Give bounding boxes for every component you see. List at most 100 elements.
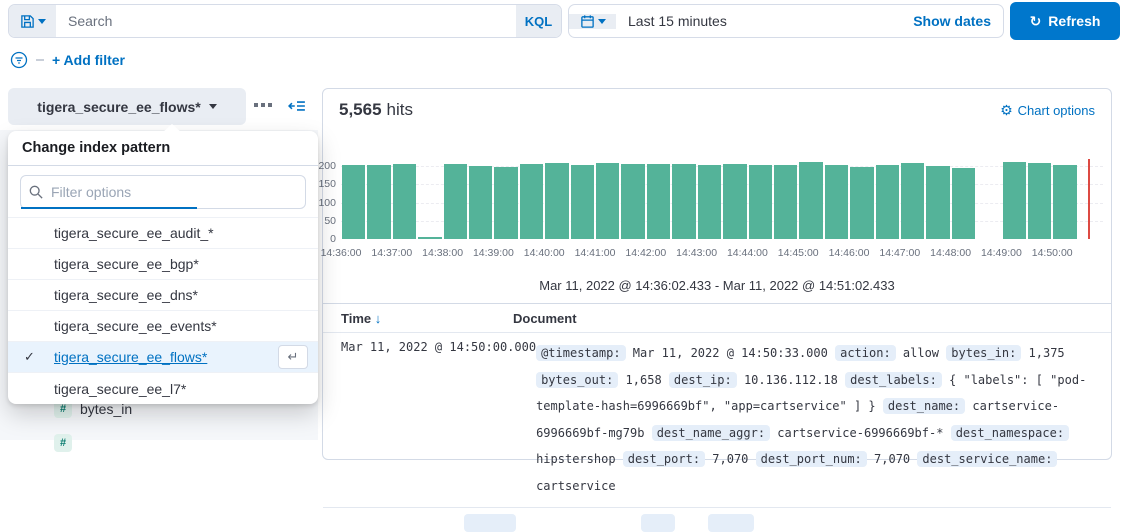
- index-pattern-option[interactable]: tigera_secure_ee_l7*: [8, 373, 318, 404]
- hits-header: 5,565 hits ⚙ Chart options: [323, 89, 1111, 124]
- refresh-button[interactable]: ↻ Refresh: [1010, 2, 1120, 40]
- histogram-bar[interactable]: [952, 168, 975, 239]
- field-name-badge: dest_namespace:: [951, 425, 1069, 441]
- popover-title: Change index pattern: [8, 131, 318, 166]
- field-name-badge: dest_name:: [883, 398, 965, 414]
- index-pattern-option[interactable]: tigera_secure_ee_dns*: [8, 280, 318, 311]
- check-icon: ✓: [24, 349, 35, 365]
- histogram-bar[interactable]: [494, 167, 517, 239]
- add-filter-button[interactable]: + Add filter: [52, 52, 125, 68]
- save-icon: [20, 14, 35, 29]
- histogram-bar[interactable]: [571, 165, 594, 239]
- histogram-bar[interactable]: [723, 164, 746, 239]
- number-field-icon: #: [54, 434, 72, 452]
- column-header-document: Document: [513, 311, 1111, 326]
- option-label: tigera_secure_ee_bgp*: [54, 256, 199, 272]
- histogram-bar[interactable]: [926, 166, 949, 239]
- histogram-bar[interactable]: [444, 164, 467, 239]
- histogram-bar[interactable]: [799, 162, 822, 240]
- histogram-bar[interactable]: [545, 163, 568, 239]
- filter-icon[interactable]: [10, 51, 28, 69]
- date-quick-menu[interactable]: [569, 14, 616, 29]
- sort-descending-icon[interactable]: ↓: [375, 311, 382, 326]
- histogram-bar[interactable]: [672, 164, 695, 239]
- field-name-badge: bytes_in:: [946, 345, 1021, 361]
- histogram-bar[interactable]: [901, 163, 924, 239]
- histogram-bar[interactable]: [825, 165, 848, 240]
- kql-language-button[interactable]: KQL: [516, 5, 561, 37]
- option-label: tigera_secure_ee_dns*: [54, 287, 198, 303]
- field-name-badge: action:: [835, 345, 896, 361]
- row-document-value: @timestamp: Mar 11, 2022 @ 14:50:33.000 …: [536, 340, 1111, 499]
- table-row-partial[interactable]: [323, 508, 1111, 528]
- column-header-time[interactable]: Time ↓: [323, 311, 513, 326]
- x-axis-tick-label: 14:40:00: [524, 247, 565, 259]
- index-pattern-option[interactable]: tigera_secure_ee_audit_*: [8, 218, 318, 249]
- histogram-bar[interactable]: [774, 165, 797, 240]
- option-label: tigera_secure_ee_audit_*: [54, 225, 214, 241]
- row-time-value: Mar 11, 2022 @ 14:50:00.000: [323, 340, 536, 499]
- search-icon: [29, 185, 43, 199]
- table-row[interactable]: Mar 11, 2022 @ 14:50:00.000 @timestamp: …: [323, 333, 1111, 508]
- discover-results-panel: 5,565 hits ⚙ Chart options 0501001502001…: [322, 88, 1112, 460]
- boxes-horizontal-icon[interactable]: [254, 103, 272, 107]
- histogram-bar[interactable]: [876, 165, 899, 240]
- histogram-bar[interactable]: [698, 165, 721, 240]
- index-pattern-option[interactable]: tigera_secure_ee_events*: [8, 311, 318, 342]
- index-pattern-option[interactable]: tigera_secure_ee_bgp*: [8, 249, 318, 280]
- x-axis-tick-label: 14:43:00: [676, 247, 717, 259]
- show-dates-button[interactable]: Show dates: [913, 13, 1003, 29]
- x-axis-tick-label: 14:41:00: [575, 247, 616, 259]
- histogram-bar[interactable]: [520, 164, 543, 239]
- current-time-marker: [1088, 159, 1090, 239]
- chevron-down-icon: [598, 19, 606, 24]
- index-pattern-option[interactable]: ✓tigera_secure_ee_flows*↵: [8, 342, 318, 373]
- field-name-badge: dest_ip:: [669, 372, 737, 388]
- x-axis-tick-label: 14:44:00: [727, 247, 768, 259]
- sidebar-field-partial[interactable]: #: [54, 434, 72, 452]
- field-name-badge: dest_port:: [623, 451, 705, 467]
- x-axis-tick-label: 14:47:00: [879, 247, 920, 259]
- histogram-bar[interactable]: [418, 237, 441, 239]
- filter-bar: + Add filter: [10, 51, 125, 69]
- hits-label: hits: [387, 100, 413, 120]
- x-axis-tick-label: 14:45:00: [778, 247, 819, 259]
- chart-options-button[interactable]: ⚙ Chart options: [1000, 102, 1095, 119]
- histogram-bar[interactable]: [647, 164, 670, 239]
- histogram-bar[interactable]: [621, 164, 644, 239]
- histogram-bar[interactable]: [596, 163, 619, 239]
- field-badge-partial: [464, 514, 516, 532]
- histogram-bar[interactable]: [1003, 162, 1026, 239]
- field-name-badge: dest_labels:: [845, 372, 942, 388]
- field-badge-partial: [641, 514, 675, 532]
- option-label: tigera_secure_ee_l7*: [54, 381, 186, 397]
- histogram-bar[interactable]: [749, 165, 772, 239]
- filter-options-input[interactable]: [51, 184, 305, 200]
- search-bar: KQL: [8, 4, 562, 38]
- focus-underline: [21, 207, 197, 209]
- histogram-bar[interactable]: [393, 164, 416, 239]
- histogram-bar[interactable]: [367, 165, 390, 240]
- index-pattern-switch-button[interactable]: tigera_secure_ee_flows*: [8, 88, 246, 125]
- index-pattern-option-list: tigera_secure_ee_audit_* tigera_secure_ee…: [8, 217, 318, 404]
- histogram-bar[interactable]: [850, 167, 873, 239]
- search-input[interactable]: [56, 5, 516, 37]
- x-axis-tick-label: 14:50:00: [1032, 247, 1073, 259]
- query-bar: KQL Last 15 minutes Show dates ↻ Refresh: [8, 4, 1120, 40]
- calendar-icon: [580, 14, 595, 29]
- filter-options-box: [20, 175, 306, 209]
- date-picker: Last 15 minutes Show dates: [568, 4, 1004, 38]
- time-range-value[interactable]: Last 15 minutes: [616, 13, 727, 29]
- popover-arrow: [163, 124, 181, 132]
- histogram-bar[interactable]: [342, 165, 365, 240]
- hits-histogram[interactable]: 05010015020014:36:0014:37:0014:38:0014:3…: [323, 124, 1111, 274]
- histogram-bar[interactable]: [469, 166, 492, 240]
- gear-icon: ⚙: [1000, 102, 1013, 119]
- histogram-bar[interactable]: [1028, 163, 1051, 239]
- return-key-icon: ↵: [278, 345, 308, 369]
- histogram-bar[interactable]: [1053, 165, 1076, 239]
- saved-query-menu[interactable]: [9, 5, 56, 37]
- collapse-sidebar-icon[interactable]: [288, 97, 306, 115]
- filter-divider: [36, 59, 44, 61]
- option-label: tigera_secure_ee_events*: [54, 318, 217, 334]
